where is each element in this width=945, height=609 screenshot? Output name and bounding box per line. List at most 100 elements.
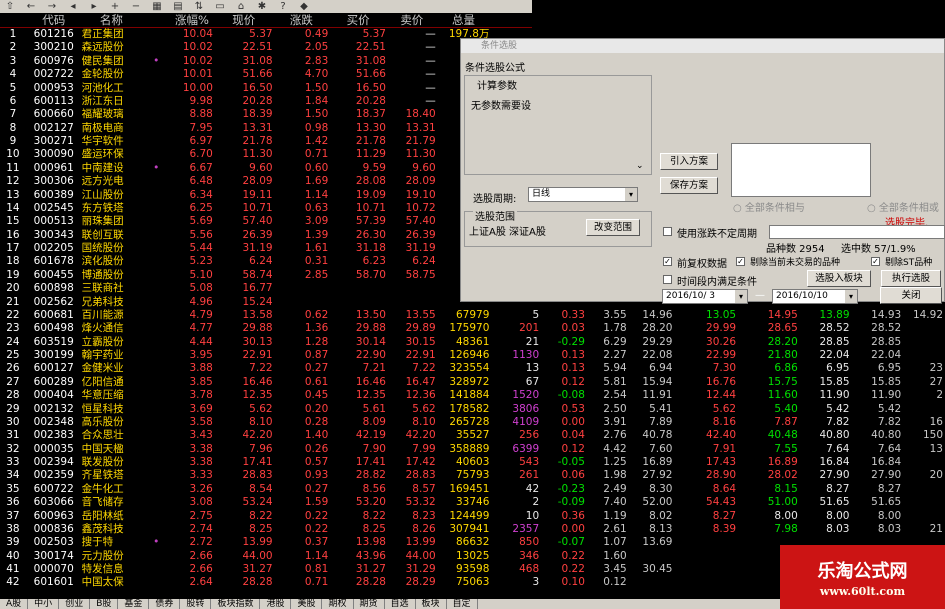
back-icon[interactable]: ← — [25, 1, 37, 13]
table-row[interactable]: 28 000404 华意压缩 3.78 12.35 0.45 12.35 12.36 14188… — [0, 389, 945, 402]
sort-icon[interactable]: ⇅ — [193, 1, 205, 13]
table-row[interactable]: 34 002359 齐星铁塔 3.33 28.83 0.93 28.82 28.83 75793… — [0, 469, 945, 482]
gem-icon[interactable]: ◆ — [298, 1, 310, 13]
cell-mark — [143, 95, 171, 108]
change-range-button[interactable]: 改变范围 — [586, 219, 640, 236]
tab-11[interactable]: 期货 — [354, 599, 385, 609]
tab-10[interactable]: 期权 — [322, 599, 354, 609]
date-to-input[interactable]: 2016/10/10 ▾ — [772, 289, 858, 304]
table-row[interactable]: 36 603066 音飞储存 3.08 53.24 1.59 53.20 53.32 33746… — [0, 496, 945, 509]
tab-14[interactable]: 自定 — [447, 599, 478, 609]
table-row[interactable]: 35 600722 金牛化工 3.26 8.54 0.27 8.56 8.57 169451 42… — [0, 483, 945, 496]
cell-volume: 13025 — [456, 549, 490, 562]
cell-speed: -0.08 — [557, 389, 585, 402]
add-to-board-button[interactable]: 选股入板块 — [807, 270, 871, 287]
column-header-mark[interactable] — [143, 13, 171, 27]
tab-0[interactable]: A股 — [0, 599, 29, 609]
table-row[interactable]: 31 002383 合众思壮 3.43 42.20 1.40 42.19 42.20 35527… — [0, 429, 945, 442]
tab-12[interactable]: 自选 — [385, 599, 416, 609]
date-from-input[interactable]: 2016/10/ 3 ▾ — [662, 289, 748, 304]
zoom-in-icon[interactable]: + — [109, 1, 121, 13]
cell-code: 600289 — [33, 375, 74, 388]
help-icon[interactable]: ? — [277, 1, 289, 13]
save-scheme-button[interactable]: 保存方案 — [660, 177, 718, 194]
tab-6[interactable]: 股转 — [180, 599, 212, 609]
radio-and[interactable]: ○ 全部条件相与 — [733, 199, 805, 214]
settings-icon[interactable]: ✱ — [256, 1, 268, 13]
arrow-right-icon[interactable]: ▸ — [88, 1, 100, 13]
condition-list[interactable] — [731, 143, 871, 197]
cell-price: 16.50 — [242, 81, 273, 94]
table-row[interactable]: 24 603519 立霸股份 4.44 30.13 1.28 30.14 30.15 48361… — [0, 336, 945, 349]
column-header-name[interactable]: 名称 — [82, 13, 144, 27]
column-header-ask[interactable]: 卖价 — [388, 13, 438, 27]
import-scheme-button[interactable]: 引入方案 — [660, 153, 718, 170]
arrow-left-icon[interactable]: ◂ — [67, 1, 79, 13]
dropdown-arrow-icon[interactable]: ▾ — [845, 290, 857, 303]
dropdown-arrow-icon[interactable]: ▾ — [735, 290, 747, 303]
cell-name: 烽火通信 — [81, 322, 124, 335]
grid-icon[interactable]: ▤ — [172, 1, 184, 13]
tab-13[interactable]: 板块 — [416, 599, 447, 609]
chevron-down-icon[interactable]: ⌄ — [636, 161, 644, 171]
tab-1[interactable]: 中小 — [28, 599, 60, 609]
tab-3[interactable]: B股 — [90, 599, 119, 609]
table-row[interactable]: 23 600498 烽火通信 4.77 29.88 1.36 29.88 29.89 17597… — [0, 322, 945, 335]
column-header-change[interactable]: 涨跌 — [275, 13, 331, 27]
cell-code: 000513 — [33, 215, 74, 228]
table-row[interactable]: 38 000836 鑫茂科技 2.74 8.25 0.22 8.25 8.26 307941 23… — [0, 523, 945, 536]
cell-change: 1.50 — [304, 81, 329, 94]
cell-price: 31.08 — [242, 54, 273, 67]
table-row[interactable]: 26 600127 金健米业 3.88 7.22 0.27 7.21 7.22 323554 13… — [0, 362, 945, 375]
tab-7[interactable]: 板块指数 — [211, 599, 261, 609]
run-screener-button[interactable]: 执行选股 — [881, 270, 941, 287]
tab-5[interactable]: 债券 — [149, 599, 181, 609]
tab-2[interactable]: 创业 — [59, 599, 91, 609]
exclude-untraded-checkbox[interactable]: ✓ — [736, 257, 745, 266]
unsure-period-input[interactable] — [769, 225, 945, 239]
table-row[interactable]: 30 002348 高乐股份 3.58 8.10 0.28 8.09 8.10 265728 41… — [0, 416, 945, 429]
table-row[interactable]: 27 600289 亿阳信通 3.85 16.46 0.61 16.46 16.47 32897… — [0, 376, 945, 389]
unsure-period-checkbox[interactable] — [663, 227, 672, 236]
up-icon[interactable]: ⇧ — [4, 1, 16, 13]
column-header-code[interactable]: 代码 — [28, 13, 82, 27]
zoom-out-icon[interactable]: − — [130, 1, 142, 13]
table-row[interactable]: 32 000035 中国天楹 3.38 7.96 0.26 7.90 7.99 358889 63… — [0, 443, 945, 456]
adjusted-data-checkbox[interactable]: ✓ — [663, 257, 672, 266]
cell-extra: 13 — [929, 442, 943, 455]
period-condition-checkbox[interactable] — [663, 275, 672, 284]
cell-price: 13.99 — [242, 536, 273, 549]
column-header-bid[interactable]: 买价 — [330, 13, 388, 27]
table-row[interactable]: 25 300199 翰宇药业 3.95 22.91 0.87 22.90 22.91 12694… — [0, 349, 945, 362]
cell-ask: 8.57 — [412, 482, 436, 495]
tab-8[interactable]: 港股 — [260, 599, 292, 609]
chart-icon[interactable]: ▦ — [151, 1, 163, 13]
period-select[interactable]: 日线 ▾ — [528, 187, 638, 202]
close-button[interactable]: 关闭 — [880, 287, 942, 304]
cell-code: 000404 — [33, 389, 74, 402]
exclude-st-checkbox[interactable]: ✓ — [871, 257, 880, 266]
table-row[interactable]: 29 002132 恒星科技 3.69 5.62 0.20 5.61 5.62 178582 38… — [0, 403, 945, 416]
dropdown-arrow-icon[interactable]: ▾ — [625, 188, 637, 201]
cell-bid: 6.23 — [362, 255, 386, 268]
cell-volume: 33746 — [456, 496, 490, 509]
print-icon[interactable]: ▭ — [214, 1, 226, 13]
cell-price: 21.78 — [242, 135, 273, 147]
forward-icon[interactable]: → — [46, 1, 58, 13]
cell-pct: 3.78 — [189, 389, 213, 402]
cell-price: 8.25 — [249, 522, 273, 535]
cell-name: 合众思壮 — [81, 429, 124, 442]
home-icon[interactable]: ⌂ — [235, 1, 247, 13]
table-row[interactable]: 22 600681 百川能源 4.79 13.58 0.62 13.50 13.55 67979… — [0, 309, 945, 322]
table-row[interactable]: 33 002394 联发股份 3.38 17.41 0.57 17.41 17.42 40603… — [0, 456, 945, 469]
column-header-volume[interactable]: 总量 — [438, 13, 492, 27]
tab-4[interactable]: 基金 — [118, 599, 150, 609]
table-row[interactable]: 37 600963 岳阳林纸 2.75 8.22 0.22 8.22 8.23 124499 10… — [0, 510, 945, 523]
tab-9[interactable]: 美股 — [291, 599, 323, 609]
column-header-pct[interactable]: 涨幅% — [171, 13, 215, 27]
cell-speed: -0.23 — [557, 482, 585, 495]
radio-or[interactable]: ○ 全部条件相或 — [867, 199, 939, 214]
column-header-price[interactable]: 现价 — [215, 13, 275, 27]
column-header-index[interactable] — [0, 13, 28, 27]
cell-mark — [143, 122, 171, 135]
